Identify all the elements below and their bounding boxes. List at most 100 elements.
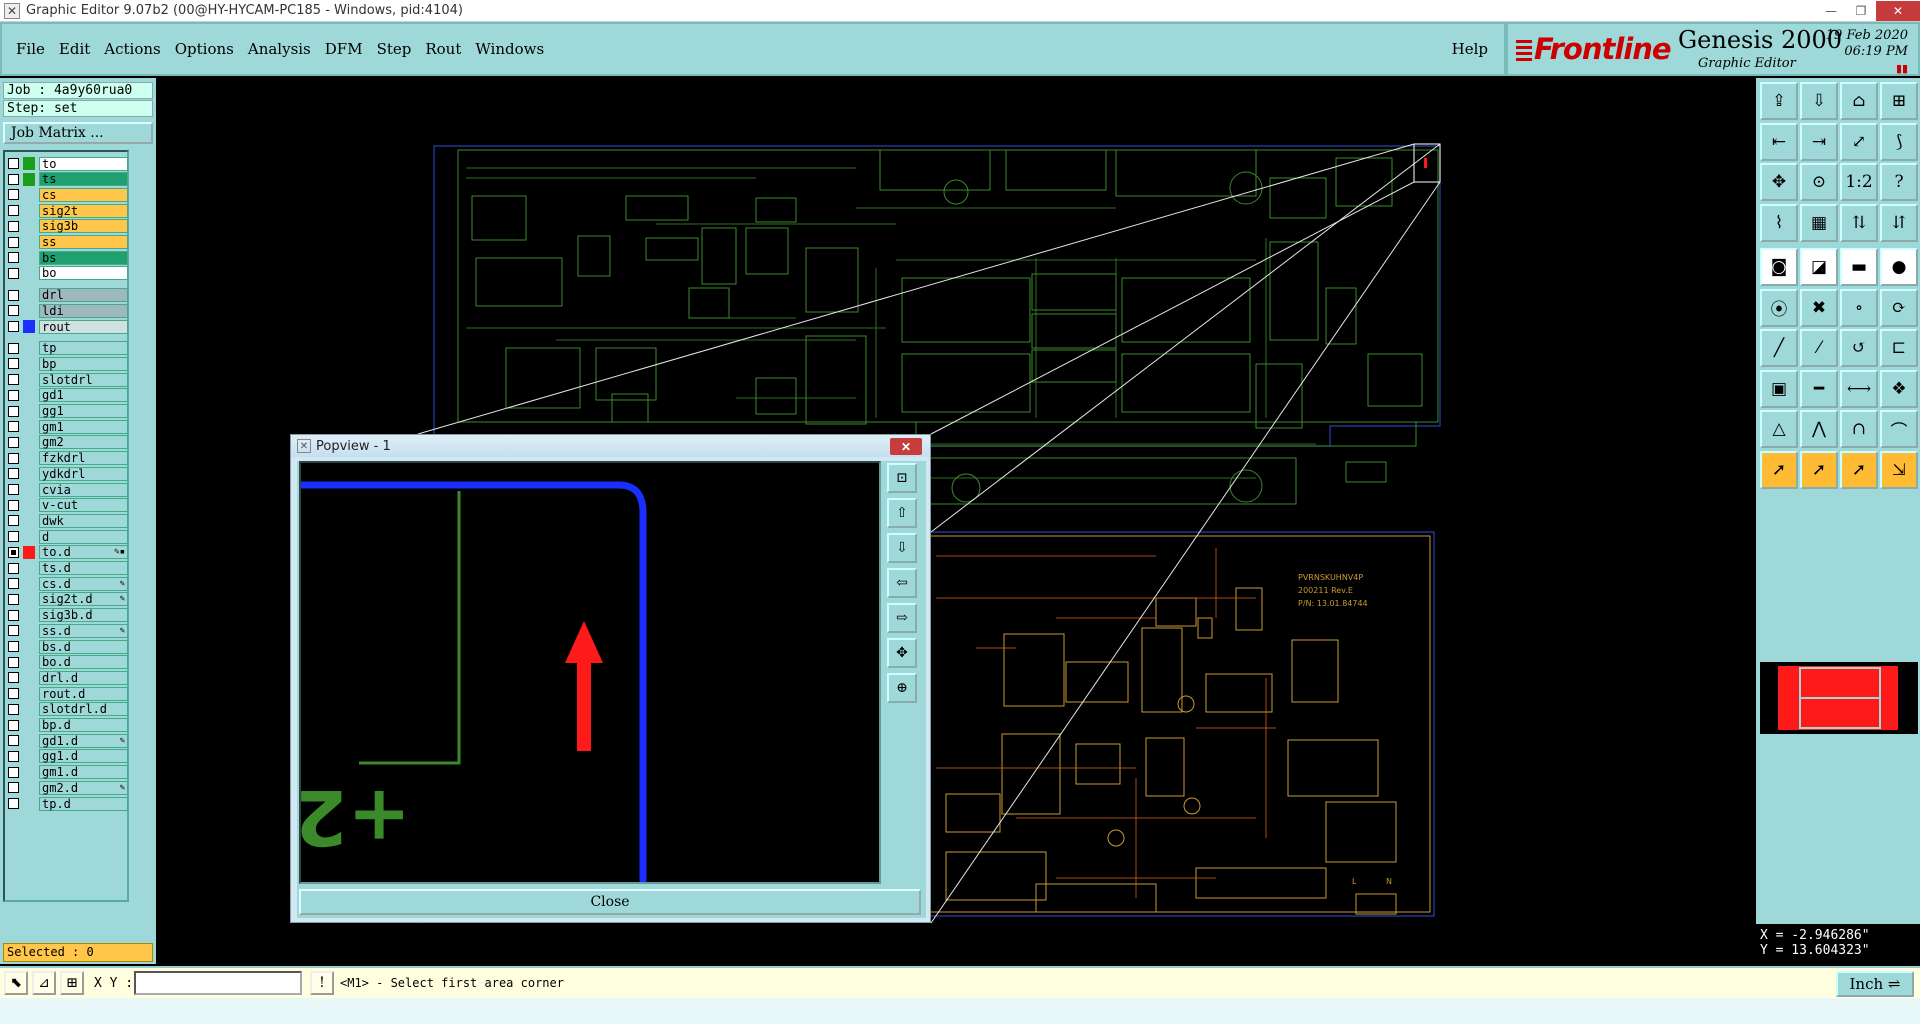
layer-checkbox[interactable] <box>8 436 19 448</box>
layer-name[interactable]: ldi <box>39 303 128 318</box>
layer-row[interactable]: dwk <box>8 513 128 528</box>
layer-color-swatch[interactable] <box>23 342 35 355</box>
snap-icon[interactable]: ⊿ <box>32 971 56 995</box>
layer-name[interactable]: drl.d <box>39 670 128 685</box>
triangle-icon[interactable]: △ <box>1760 410 1798 448</box>
layer-name[interactable]: ts.d <box>39 561 128 575</box>
layer-name[interactable]: sig3b.d <box>39 608 128 623</box>
layer-name[interactable]: sig3b <box>39 219 128 234</box>
layer-color-swatch[interactable] <box>23 172 35 186</box>
connect-icon[interactable]: ⦿ <box>1760 288 1798 327</box>
layer-name[interactable]: gd1.d ✎ <box>39 733 128 748</box>
popview-close-button[interactable]: Close <box>299 889 921 915</box>
layer-checkbox[interactable] <box>8 389 19 401</box>
job-matrix-button[interactable]: Job Matrix ... <box>3 122 153 144</box>
layer-name[interactable]: tp.d <box>39 796 128 811</box>
stretch-icon[interactable]: ⟷ <box>1840 369 1878 408</box>
layer-color-swatch[interactable] <box>23 188 35 201</box>
popview-pan-down-icon[interactable]: ⇩ <box>887 533 917 563</box>
layer-row[interactable]: bp.d <box>8 718 128 733</box>
layer-color-swatch[interactable] <box>23 734 35 747</box>
layer-checkbox[interactable] <box>8 421 19 433</box>
layer-row[interactable]: sig2t <box>8 203 128 218</box>
layer-color-swatch[interactable] <box>23 640 35 653</box>
layer-name[interactable]: v-cut <box>39 498 128 513</box>
layer-name[interactable]: gm1.d <box>39 765 128 780</box>
layer-name[interactable]: gm2.d ✎ <box>39 780 128 795</box>
layer-name[interactable]: rout.d <box>39 686 128 701</box>
layer-row[interactable]: to <box>8 156 128 171</box>
layer-color-swatch[interactable] <box>23 204 35 217</box>
layer-name[interactable]: slotdrl.d <box>39 702 128 717</box>
menu-windows[interactable]: Windows <box>475 40 544 58</box>
zoom-fit-icon[interactable]: ✥ <box>1760 163 1798 201</box>
menu-actions[interactable]: Actions <box>104 40 160 58</box>
layer-row[interactable]: gm1.d <box>8 765 128 780</box>
layer-color-swatch[interactable] <box>23 157 35 170</box>
layer-name[interactable]: bs.d <box>39 639 128 654</box>
layer-row[interactable]: tp <box>8 341 128 356</box>
layer-name[interactable]: sig2t <box>39 203 128 218</box>
diagonal-icon[interactable]: ⁄ <box>1800 329 1838 367</box>
layer-checkbox[interactable] <box>8 735 19 747</box>
layer-checkbox[interactable] <box>8 766 19 778</box>
layer-color-swatch[interactable] <box>23 593 35 606</box>
menu-dfm[interactable]: DFM <box>325 40 363 58</box>
layer-checkbox[interactable] <box>8 750 19 762</box>
layer-checkbox[interactable] <box>8 358 19 370</box>
layer-row[interactable]: fzkdrl <box>8 451 128 466</box>
layer-color-swatch[interactable] <box>23 483 35 496</box>
layer-name[interactable]: tp <box>39 341 128 356</box>
arch-icon[interactable]: ⌒ <box>1880 410 1918 448</box>
layer-color-swatch[interactable] <box>23 719 35 732</box>
layer-color-swatch[interactable] <box>23 251 35 264</box>
step-left-icon[interactable]: ⇤ <box>1760 122 1798 161</box>
arc-icon[interactable]: ↺ <box>1840 329 1878 367</box>
layer-checkbox[interactable] <box>8 546 19 558</box>
layer-name[interactable]: dwk <box>39 513 128 528</box>
layer-checkbox[interactable] <box>8 672 19 684</box>
maximize-button[interactable]: ❐ <box>1846 1 1876 21</box>
layer-row[interactable]: ydkdrl <box>8 466 128 481</box>
close-window-button[interactable]: ✕ <box>1876 1 1920 21</box>
zoom-center-icon[interactable]: ⊙ <box>1800 163 1838 201</box>
layer-name[interactable]: bs <box>39 250 128 265</box>
layer-color-swatch[interactable] <box>23 703 35 716</box>
layer-name[interactable]: gd1 <box>39 388 128 403</box>
layer-name[interactable]: fzkdrl <box>39 451 128 466</box>
layer-color-swatch[interactable] <box>23 797 35 810</box>
layer-color-swatch[interactable] <box>23 766 35 779</box>
layer-row[interactable]: cvia <box>8 482 128 497</box>
layer-checkbox[interactable] <box>8 593 19 605</box>
menu-file[interactable]: File <box>16 40 45 58</box>
step-right-icon[interactable]: ⇥ <box>1800 122 1838 161</box>
layer-color-swatch[interactable] <box>23 656 35 669</box>
layer-color-swatch[interactable] <box>23 389 35 402</box>
pad-add-icon[interactable]: ▣ <box>1760 369 1798 408</box>
popview-zoom-in-icon[interactable]: ✥ <box>887 638 917 668</box>
layer-row[interactable]: cs <box>8 187 128 202</box>
layer-name[interactable]: gg1.d <box>39 749 128 764</box>
layer-checkbox[interactable] <box>8 531 19 543</box>
window-icon[interactable]: ⊞ <box>1880 82 1918 120</box>
layer-checkbox[interactable] <box>8 220 19 232</box>
layer-color-swatch[interactable] <box>23 220 35 233</box>
minimap[interactable] <box>1760 662 1918 734</box>
layer-row[interactable]: gm1 <box>8 419 128 434</box>
bridge-icon[interactable]: ∩ <box>1840 410 1878 448</box>
layer-color-swatch[interactable] <box>23 671 35 684</box>
layer-color-swatch[interactable] <box>23 562 35 575</box>
popview-pan-right-icon[interactable]: ⇨ <box>887 603 917 633</box>
layer-name[interactable]: to <box>39 156 128 171</box>
layer-color-swatch[interactable] <box>23 373 35 386</box>
layer-checkbox[interactable] <box>8 173 19 185</box>
layer-color-swatch[interactable] <box>23 577 35 590</box>
layer-color-swatch[interactable] <box>23 467 35 480</box>
layer-row[interactable]: slotdrl.d <box>8 702 128 717</box>
layer-color-swatch[interactable] <box>23 750 35 763</box>
layer-row[interactable]: bp <box>8 356 128 371</box>
layer-up-icon[interactable]: ⇅ <box>1840 203 1878 242</box>
layer-checkbox[interactable] <box>8 641 19 652</box>
warning-icon[interactable]: ! <box>310 971 334 995</box>
layer-checkbox[interactable] <box>8 374 19 386</box>
